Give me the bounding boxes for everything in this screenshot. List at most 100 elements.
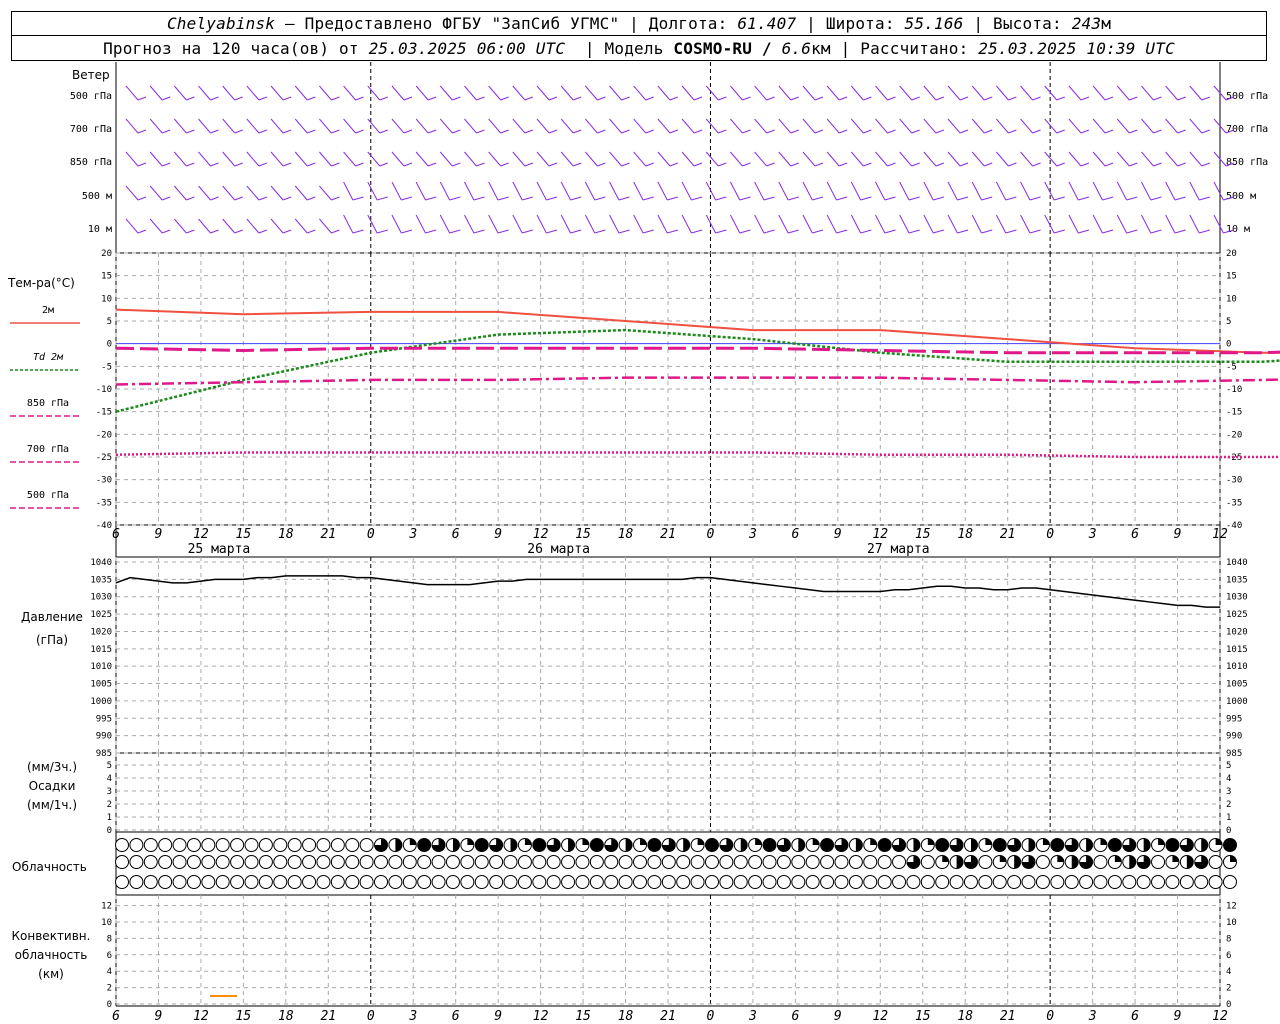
cloud-fill bbox=[417, 838, 431, 852]
cloud-cover-icon bbox=[906, 875, 921, 889]
wind-barb-flag bbox=[669, 129, 679, 134]
temp-ytick-right: -40 bbox=[1226, 521, 1242, 531]
wind-barb-flag bbox=[645, 162, 654, 167]
wind-barb-flag bbox=[642, 196, 654, 201]
wind-barb-shaft bbox=[439, 151, 453, 167]
wind-barb-shaft bbox=[560, 118, 574, 134]
wind-barb-flag bbox=[1174, 229, 1186, 234]
wind-barb-flag bbox=[500, 96, 509, 101]
conv-ytick-right: 8 bbox=[1226, 934, 1231, 944]
cloud-fill bbox=[568, 838, 575, 852]
cloud-fill bbox=[999, 855, 1007, 862]
wind-barb-shaft bbox=[222, 185, 236, 201]
wind-barb-shaft bbox=[319, 118, 332, 134]
cloud-cover-icon bbox=[1151, 855, 1166, 869]
cloud-fill bbox=[956, 855, 964, 869]
hour-tick-bottom: 9 bbox=[494, 1009, 502, 1024]
wind-barb-flag bbox=[1177, 162, 1186, 167]
conv-ytick-right: 6 bbox=[1226, 951, 1231, 961]
wind-barb-flag bbox=[1153, 96, 1162, 101]
wind-barb-flag bbox=[476, 96, 485, 101]
cloud-cover-icon bbox=[244, 875, 259, 889]
cloud-cover-icon bbox=[532, 855, 547, 869]
wind-barb-shaft bbox=[633, 118, 647, 134]
wind-barb-flag bbox=[137, 96, 147, 101]
wind-barb-flag bbox=[1032, 96, 1041, 101]
wind-barb-shaft bbox=[609, 118, 622, 134]
cloud-cover-icon bbox=[186, 855, 201, 869]
wind-barb-shaft bbox=[1068, 214, 1079, 234]
cloud-cover-icon bbox=[762, 855, 777, 869]
cloud-cover-icon bbox=[489, 855, 504, 869]
wind-barb-shaft bbox=[657, 181, 668, 201]
wind-barb-flag bbox=[693, 162, 703, 167]
wind-barb-flag bbox=[1126, 196, 1138, 201]
wind-barb-flag bbox=[282, 196, 292, 201]
cloud-fill bbox=[913, 838, 920, 852]
conv-title-3: (км) bbox=[38, 967, 64, 981]
wind-barb-shaft bbox=[319, 218, 332, 234]
wind-barb-shaft bbox=[947, 85, 961, 101]
wind-barb-flag bbox=[1201, 96, 1210, 101]
cloud-cover-icon bbox=[517, 855, 532, 869]
hour-tick-bottom: 15 bbox=[915, 1009, 931, 1024]
cloud-cover-icon bbox=[201, 875, 216, 889]
cloud-cover-icon bbox=[733, 855, 748, 869]
cloud-fill bbox=[1100, 838, 1107, 845]
wind-barb-flag bbox=[403, 96, 413, 101]
temp-ytick: 10 bbox=[101, 294, 112, 304]
cloud-cover-icon bbox=[474, 855, 489, 869]
cloud-cover-icon bbox=[460, 855, 475, 869]
wind-barb-flag bbox=[1201, 129, 1210, 134]
wind-barb-flag bbox=[691, 229, 703, 234]
wind-barb-flag bbox=[476, 129, 485, 134]
wind-barb-shaft bbox=[415, 214, 426, 234]
wind-barb-shaft bbox=[705, 118, 719, 134]
cloud-fill bbox=[647, 838, 661, 852]
wind-barb-flag bbox=[573, 96, 582, 101]
series-1 bbox=[115, 328, 1280, 413]
wind-level-label: 10 м bbox=[88, 224, 112, 235]
conv-ytick-right: 12 bbox=[1226, 902, 1237, 912]
wind-barb-flag bbox=[1129, 162, 1138, 167]
pressure-ytick-right: 1015 bbox=[1226, 645, 1248, 655]
wind-barb-flag bbox=[790, 96, 799, 101]
wind-barb-shaft bbox=[343, 85, 356, 101]
cloud-fill bbox=[705, 838, 719, 852]
wind-barb-shaft bbox=[1165, 85, 1179, 101]
wind-barb-shaft bbox=[536, 214, 547, 234]
wind-barb-shaft bbox=[705, 151, 719, 167]
cloud-cover-icon bbox=[1021, 875, 1036, 889]
wind-barb-flag bbox=[452, 129, 461, 134]
hour-tick: 0 bbox=[1046, 527, 1054, 542]
hour-tick-bottom: 9 bbox=[834, 1009, 842, 1024]
temp-ytick-right: 5 bbox=[1226, 317, 1231, 327]
pressure-ytick: 1000 bbox=[90, 697, 112, 707]
wind-barb-flag bbox=[911, 129, 920, 134]
wind-barb-flag bbox=[959, 96, 969, 101]
legend-label: 2м bbox=[42, 305, 54, 316]
wind-barb-shaft bbox=[439, 85, 453, 101]
wind-barb-flag bbox=[742, 96, 751, 101]
cloud-fill bbox=[475, 838, 489, 852]
cloud-cover-icon bbox=[1079, 875, 1094, 889]
pressure-ytick-right: 1025 bbox=[1226, 610, 1248, 620]
wind-barb-flag bbox=[863, 162, 872, 167]
wind-barb-shaft bbox=[826, 181, 837, 201]
wind-barb-shaft bbox=[657, 214, 668, 234]
wind-barb-shaft bbox=[294, 151, 308, 167]
pressure-ytick-right: 985 bbox=[1226, 749, 1242, 759]
wind-barb-flag bbox=[401, 229, 413, 234]
wind-barb-shaft bbox=[826, 151, 840, 167]
wind-barb-shaft bbox=[367, 181, 378, 201]
hour-tick-bottom: 0 bbox=[707, 1009, 715, 1024]
cloud-fill bbox=[1028, 838, 1036, 852]
wind-barb-flag bbox=[790, 162, 799, 167]
pressure-ytick-right: 990 bbox=[1226, 732, 1242, 742]
wind-barb-flag bbox=[546, 196, 558, 201]
wind-barb-shaft bbox=[1165, 214, 1176, 234]
wind-barb-flag bbox=[282, 162, 292, 167]
cloud-cover-icon bbox=[892, 875, 907, 889]
wind-barb-flag bbox=[546, 229, 558, 234]
wind-barb-shaft bbox=[536, 85, 550, 101]
